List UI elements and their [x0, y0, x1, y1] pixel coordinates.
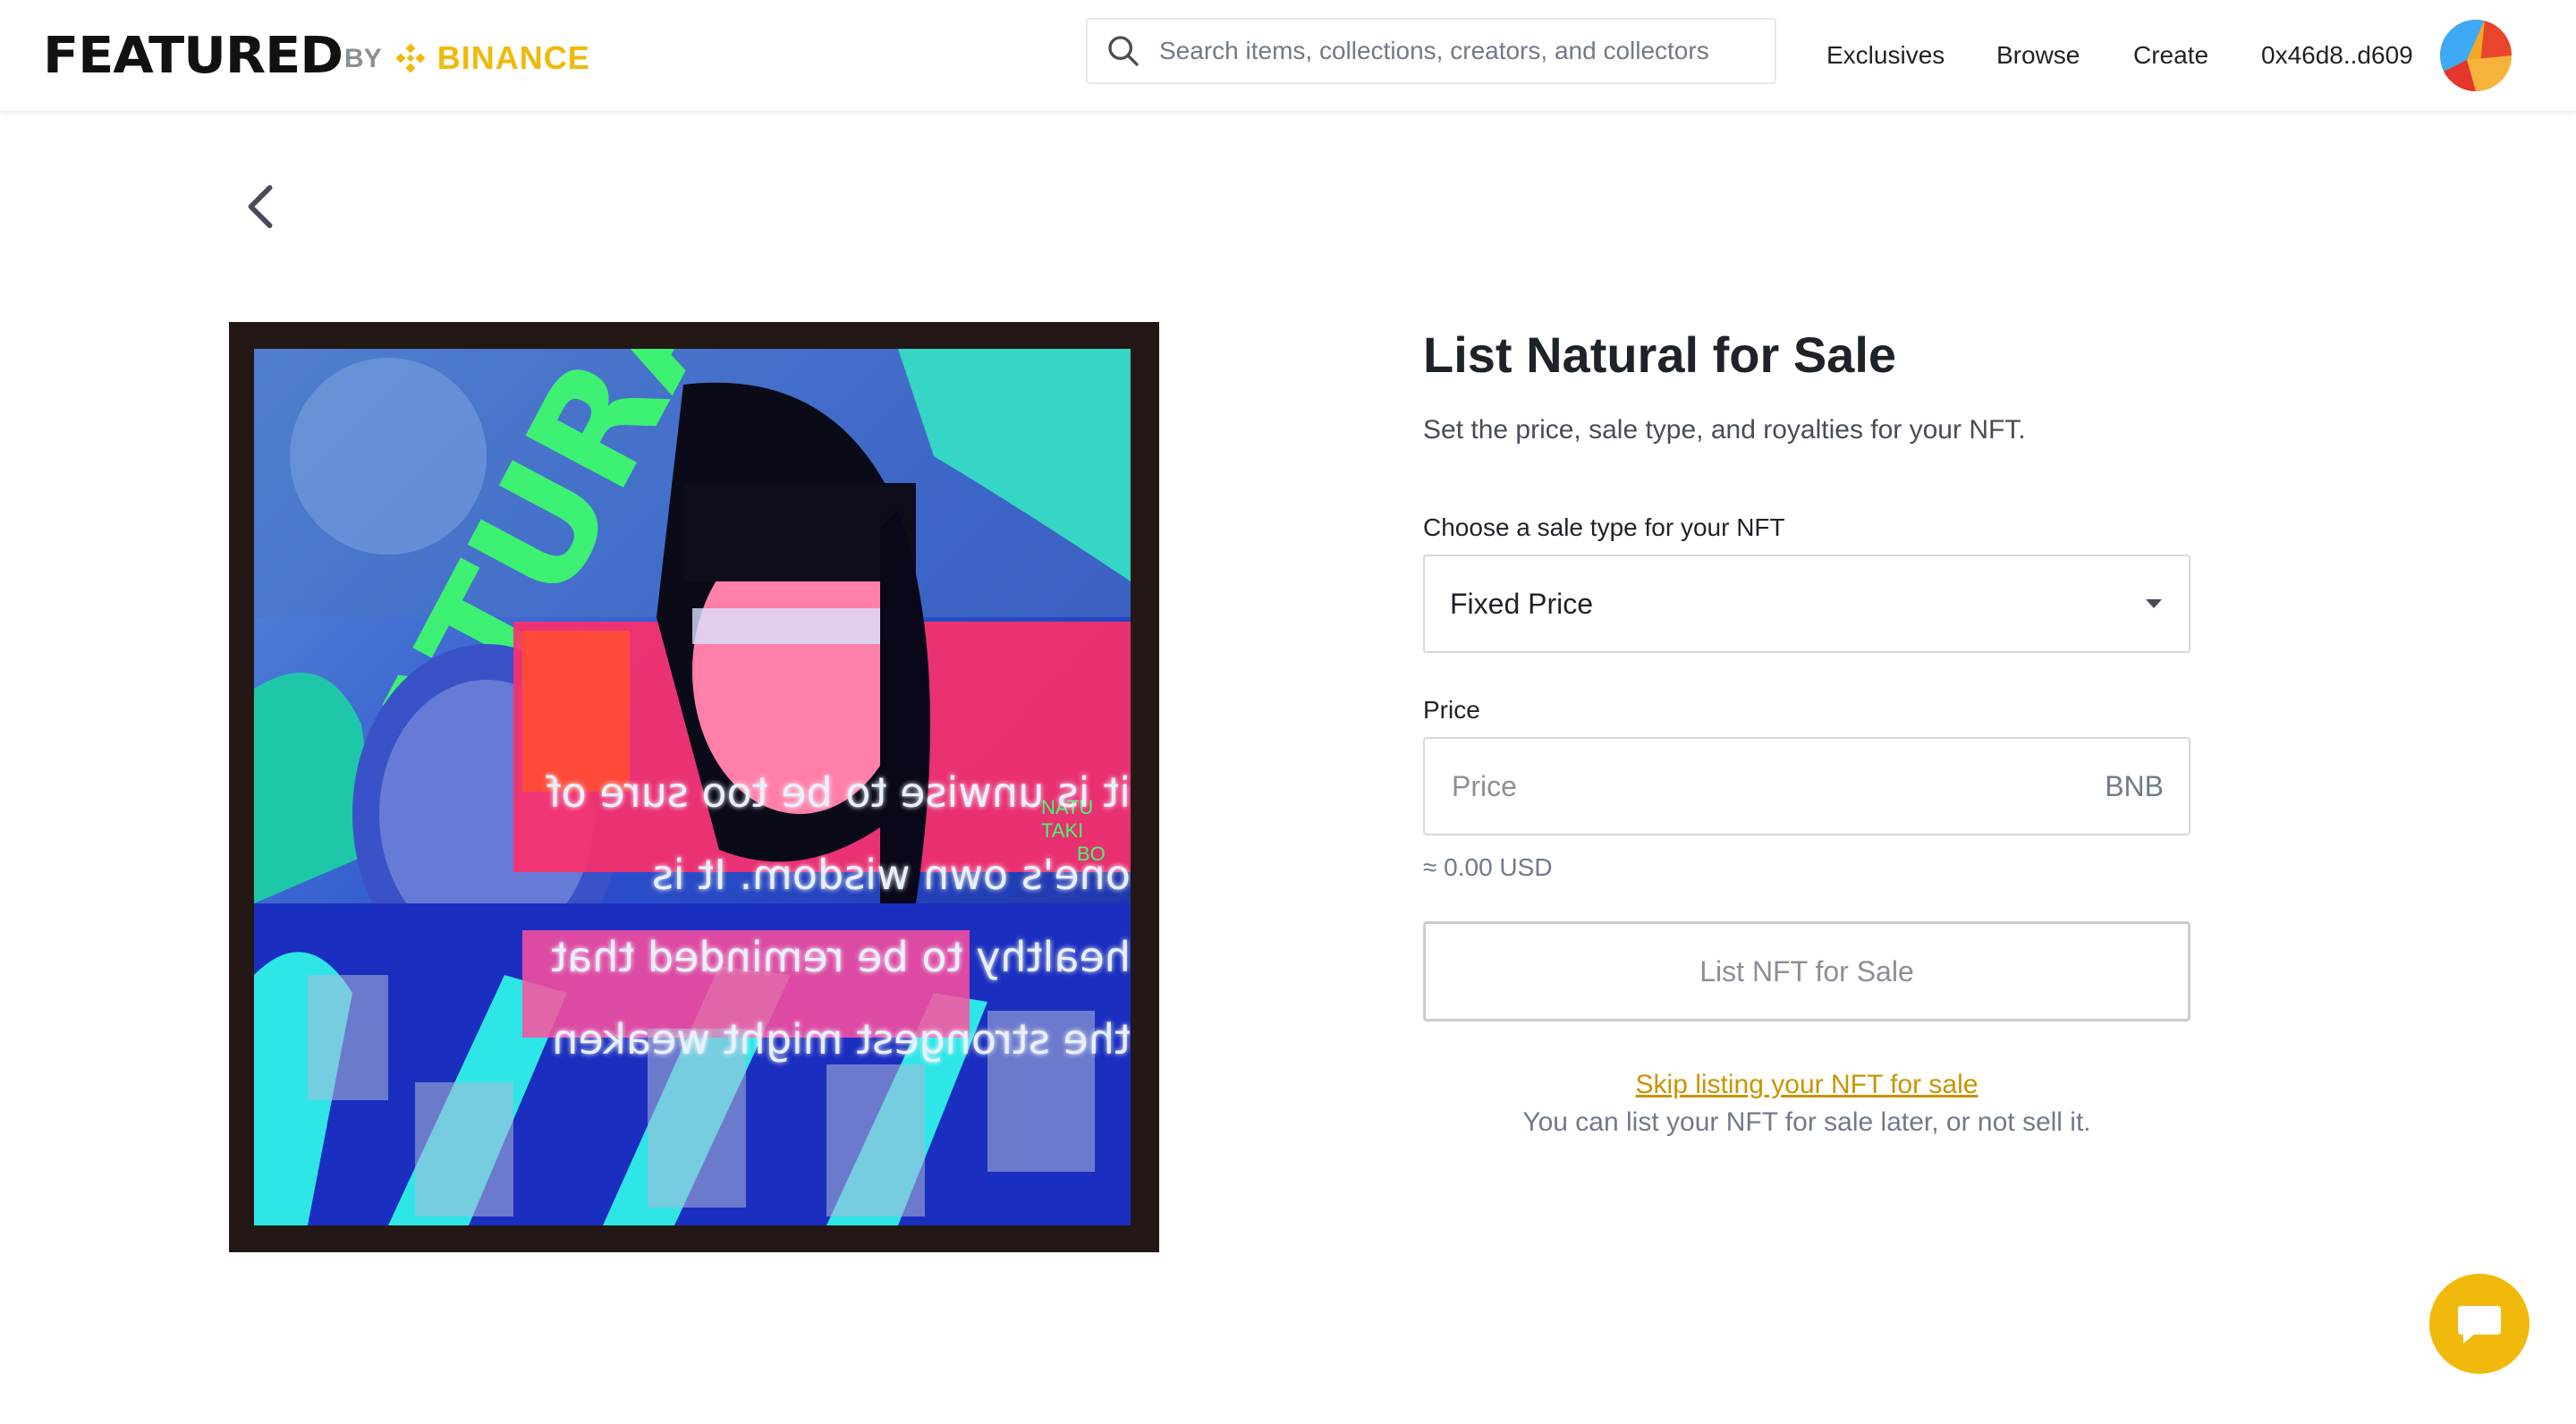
price-unit-label: BNB — [2105, 769, 2164, 802]
caret-down-icon — [2146, 599, 2162, 608]
overlay-line: healthy to be reminded that — [550, 933, 1131, 981]
logo-binance-text: BINANCE — [436, 39, 590, 76]
nav-browse[interactable]: Browse — [1996, 41, 2080, 70]
overlay-line: the strongest might weaken — [552, 1015, 1131, 1064]
nav-create[interactable]: Create — [2133, 41, 2208, 70]
page: FEATURED BY BINANCE Exclusives Browse — [0, 0, 2576, 1424]
page-title: List Natural for Sale — [1423, 326, 1897, 383]
wallet-address[interactable]: 0x46d8..d609 — [2261, 41, 2413, 70]
sale-type-value: Fixed Price — [1450, 587, 1594, 620]
overlay-line: it is unwise to be too sure of — [547, 768, 1131, 817]
search-bar[interactable] — [1086, 18, 1776, 84]
artwork-overlay-text: it is unwise to be too sure of one's own… — [522, 751, 1131, 1081]
page-subtitle: Set the price, sale type, and royalties … — [1423, 415, 2026, 445]
sale-type-select[interactable]: Fixed Price — [1423, 555, 2190, 653]
skip-listing-link[interactable]: Skip listing your NFT for sale — [1423, 1070, 2190, 1100]
back-chevron-icon[interactable] — [243, 184, 279, 229]
usd-estimate: ≈ 0.00 USD — [1423, 853, 1553, 881]
logo-featured-text: FEATURED — [43, 26, 343, 85]
chat-icon — [2458, 1306, 2501, 1343]
binance-logo-icon — [395, 43, 426, 73]
list-nft-button[interactable]: List NFT for Sale — [1423, 921, 2190, 1021]
overlay-line: one's own wisdom. It is — [651, 851, 1131, 899]
top-header: FEATURED BY BINANCE Exclusives Browse — [0, 0, 2576, 111]
logo[interactable]: FEATURED BY BINANCE — [43, 25, 590, 86]
price-label: Price — [1423, 696, 1480, 724]
chat-button[interactable] — [2429, 1274, 2529, 1374]
skip-listing-note: You can list your NFT for sale later, or… — [1522, 1107, 2091, 1137]
nft-artwork-image: ATURAL NATU TAKI BO it is unwise to be t… — [254, 349, 1131, 1225]
search-input[interactable] — [1157, 36, 1775, 66]
avatar-image — [2440, 20, 2512, 91]
price-input[interactable] — [1450, 768, 2106, 804]
nft-artwork-frame: ATURAL NATU TAKI BO it is unwise to be t… — [229, 322, 1159, 1252]
logo-by-text: BY — [344, 44, 382, 73]
price-field[interactable]: BNB — [1423, 737, 2190, 835]
sale-type-label: Choose a sale type for your NFT — [1423, 513, 1785, 541]
search-icon — [1108, 36, 1139, 66]
avatar[interactable] — [2440, 20, 2512, 91]
nav-exclusives[interactable]: Exclusives — [1826, 41, 1945, 70]
